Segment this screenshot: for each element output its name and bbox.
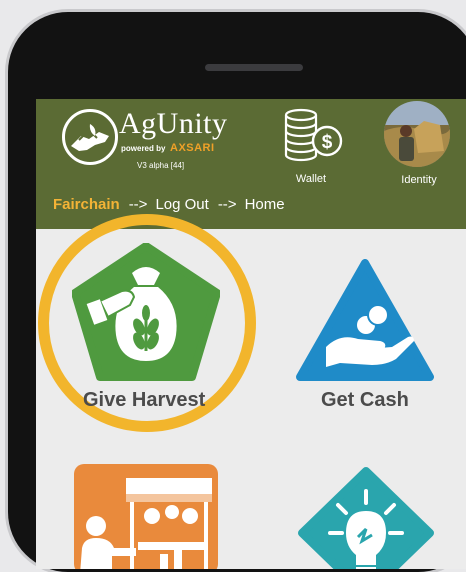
brand-name: AXSARI (170, 142, 215, 154)
give-harvest-tile[interactable] (72, 243, 220, 381)
phone-speaker (205, 64, 303, 71)
breadcrumb: Fairchain --> Log Out --> Home (53, 196, 285, 213)
svg-text:$: $ (322, 132, 333, 153)
give-harvest-label[interactable]: Give Harvest (83, 389, 205, 412)
breadcrumb-home[interactable]: Home (245, 196, 285, 213)
identity-avatar[interactable] (384, 101, 450, 167)
app-screen: AgUnity powered by AXSARI V3 alpha [44] (36, 99, 466, 569)
app-version: V3 alpha [44] (137, 161, 185, 170)
phone-frame: AgUnity powered by AXSARI V3 alpha [44] (8, 12, 466, 572)
market-stall-icon (74, 464, 218, 569)
get-cash-label[interactable]: Get Cash (321, 389, 409, 412)
breadcrumb-separator: --> (128, 196, 148, 213)
wallet-coins-icon[interactable]: $ (281, 107, 345, 163)
identity-label[interactable]: Identity (391, 174, 447, 186)
cash-hand-icon (296, 259, 434, 381)
market-tile[interactable] (74, 464, 218, 569)
powered-by-text: powered by (121, 144, 166, 153)
app-header: AgUnity powered by AXSARI V3 alpha [44] (36, 99, 466, 229)
breadcrumb-fairchain[interactable]: Fairchain (53, 196, 120, 213)
app-name: AgUnity (119, 107, 228, 140)
breadcrumb-separator: --> (217, 196, 237, 213)
breadcrumb-logout[interactable]: Log Out (155, 196, 208, 213)
agunity-logo-icon (62, 109, 118, 165)
get-cash-tile[interactable] (296, 259, 434, 381)
wallet-label[interactable]: Wallet (286, 173, 336, 185)
harvest-bag-icon (72, 243, 220, 381)
